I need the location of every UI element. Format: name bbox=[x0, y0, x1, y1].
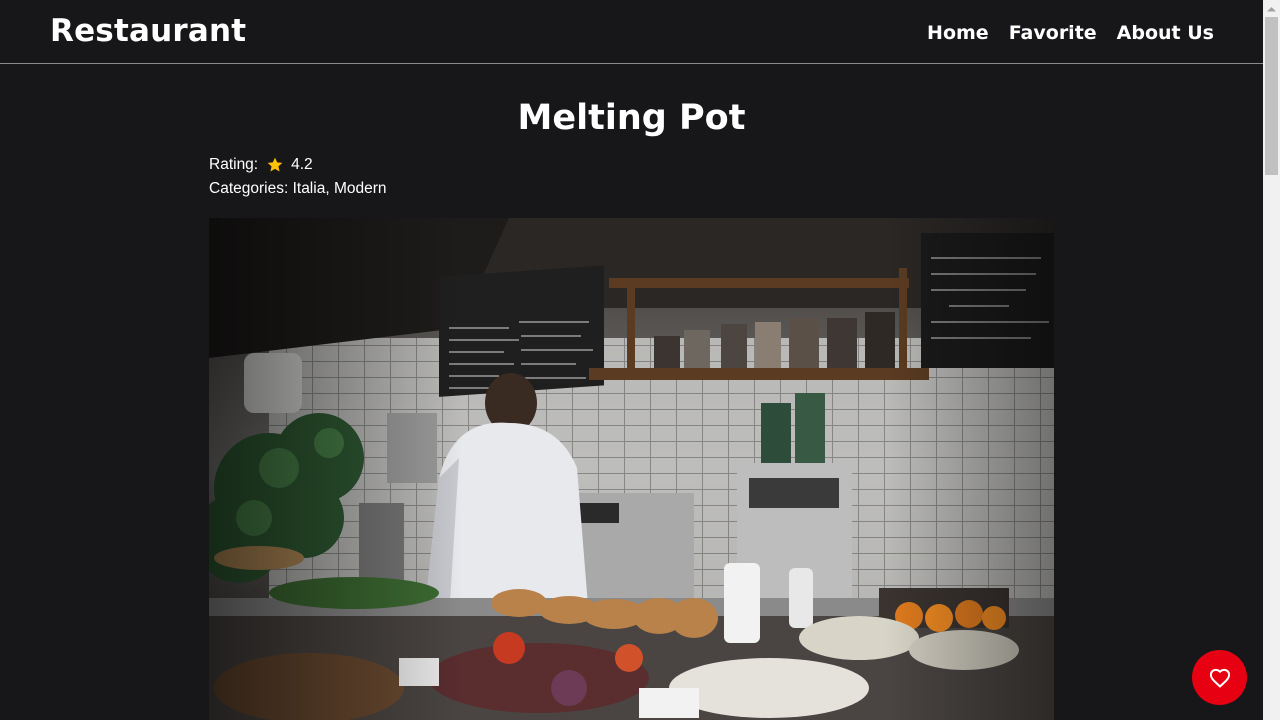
nav-link-favorite[interactable]: Favorite bbox=[1009, 20, 1097, 46]
main-nav: Home Favorite About Us bbox=[927, 20, 1214, 46]
restaurant-image bbox=[209, 218, 1054, 720]
page-scrollbar[interactable] bbox=[1263, 0, 1280, 720]
star-icon bbox=[267, 157, 283, 172]
cafe-counter-photo bbox=[209, 218, 1054, 720]
scrollbar-thumb[interactable] bbox=[1265, 17, 1278, 175]
heart-outline-icon bbox=[1209, 668, 1230, 688]
rating-value: 4.2 bbox=[291, 156, 313, 173]
nav-link-home[interactable]: Home bbox=[927, 20, 989, 46]
brand-logo[interactable]: Restaurant bbox=[50, 11, 246, 51]
category-separator: , bbox=[325, 180, 330, 197]
category-italia: Italia bbox=[292, 180, 326, 197]
categories-label: Categories: bbox=[209, 180, 289, 197]
app-header: Restaurant Home Favorite About Us bbox=[0, 0, 1263, 64]
category-modern: Modern bbox=[333, 180, 387, 197]
favorite-button[interactable] bbox=[1192, 650, 1247, 705]
scroll-up-arrow-icon[interactable] bbox=[1263, 0, 1280, 17]
categories-row: Categories: Italia, Modern bbox=[209, 179, 387, 199]
nav-link-about-us[interactable]: About Us bbox=[1117, 20, 1214, 46]
restaurant-name: Melting Pot bbox=[517, 98, 746, 138]
rating-label: Rating: bbox=[209, 156, 259, 173]
restaurant-detail-page: Restaurant Home Favorite About Us Meltin… bbox=[0, 0, 1280, 720]
rating-row: Rating: 4.2 bbox=[209, 155, 313, 175]
